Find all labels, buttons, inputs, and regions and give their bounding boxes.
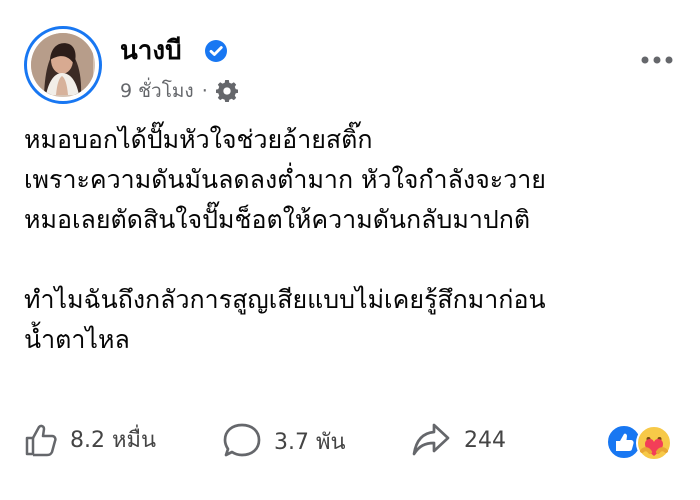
share-count[interactable]: 244 <box>464 428 506 453</box>
profile-avatar[interactable] <box>24 26 102 104</box>
like-button[interactable]: 8.2 หมื่น <box>24 422 156 457</box>
avatar-person-illustration <box>31 33 93 95</box>
share-arrow-icon <box>412 423 450 456</box>
thumbs-up-icon <box>25 424 57 456</box>
post-text-line: น้ำตาไหล <box>24 325 130 354</box>
cropped-footer-area <box>0 480 700 500</box>
meta-separator: · <box>201 80 208 102</box>
post-text-line: หมอเลยตัดสินใจปั๊มช็อตให้ความดันกลับมาปก… <box>24 205 531 234</box>
post-timestamp[interactable]: 9 ชั่วโมง <box>120 76 194 106</box>
more-options-icon[interactable] <box>640 54 674 66</box>
post-text-line: ทำไมฉันถึงกลัวการสูญเสียแบบไม่เคยรู้สึกม… <box>24 285 546 314</box>
comment-button[interactable]: 3.7 พัน <box>222 422 346 460</box>
avatar-photo <box>31 33 95 97</box>
share-button[interactable]: 244 <box>410 422 506 458</box>
post-header: นางบี 9 ชั่วโมง · <box>24 26 684 108</box>
post-text: หมอบอกได้ปั๊มหัวใจช่วยอ้ายสติ๊ก เพราะควา… <box>24 120 674 360</box>
comment-icon <box>223 423 261 457</box>
care-reaction-icon <box>636 425 672 461</box>
post-text-line: เพราะความดันมันลดลงต่ำมาก หัวใจกำลังจะวา… <box>24 165 546 194</box>
like-count[interactable]: 8.2 หมื่น <box>70 422 156 457</box>
author-name[interactable]: นางบี <box>120 36 182 66</box>
post-meta: 9 ชั่วโมง · <box>120 78 238 104</box>
verified-badge-icon <box>205 40 227 62</box>
post-text-line: หมอบอกได้ปั๊มหัวใจช่วยอ้ายสติ๊ก <box>24 125 373 154</box>
reaction-summary[interactable] <box>606 424 676 464</box>
comment-count[interactable]: 3.7 พัน <box>274 424 346 459</box>
post-actions: 8.2 หมื่น 3.7 พัน 244 <box>24 422 676 464</box>
gear-icon[interactable] <box>215 80 238 102</box>
paragraph-break <box>24 240 674 280</box>
